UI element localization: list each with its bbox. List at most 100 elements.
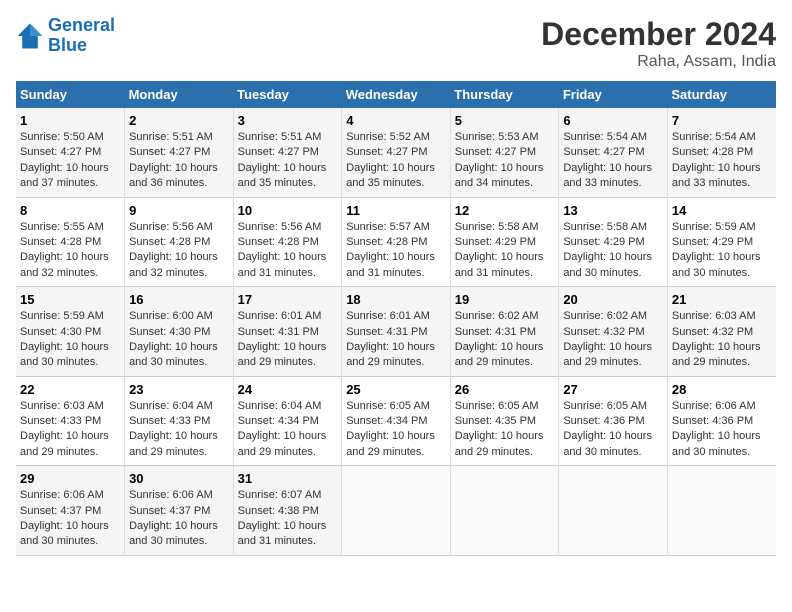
calendar-cell: 28Sunrise: 6:06 AM Sunset: 4:36 PM Dayli… [667, 376, 776, 466]
calendar-cell: 29 Sunrise: 6:06 AM Sunset: 4:37 PM Dayli… [16, 466, 125, 556]
day-info: Sunrise: 6:03 AM Sunset: 4:33 PM Dayligh… [20, 399, 120, 461]
day-info: Sunrise: 5:54 AM Sunset: 4:28 PM Dayligh… [672, 130, 772, 192]
calendar-cell: 9 Sunrise: 5:56 AM Sunset: 4:28 PM Daylig… [125, 197, 234, 287]
day-number: 17 [238, 292, 338, 307]
calendar-cell: 4 Sunrise: 5:52 AM Sunset: 4:27 PM Daylig… [342, 108, 451, 197]
day-info: Sunrise: 5:51 AM Sunset: 4:27 PM Dayligh… [238, 130, 338, 192]
day-number: 8 [20, 203, 120, 218]
calendar-cell: 1Sunrise: 5:50 AM Sunset: 4:27 PM Daylig… [16, 108, 125, 197]
day-info: Sunrise: 6:01 AM Sunset: 4:31 PM Dayligh… [238, 309, 338, 371]
day-number: 30 [129, 471, 229, 486]
weekday-header: Tuesday [233, 81, 342, 108]
calendar-week-row: 15 Sunrise: 5:59 AM Sunset: 4:30 PM Dayli… [16, 287, 776, 377]
calendar-cell [450, 466, 559, 556]
calendar-cell: 10 Sunrise: 5:56 AM Sunset: 4:28 PM Dayli… [233, 197, 342, 287]
day-number: 16 [129, 292, 229, 307]
calendar-title: December 2024 [541, 16, 776, 53]
day-info: Sunrise: 6:01 AM Sunset: 4:31 PM Dayligh… [346, 309, 446, 371]
calendar-cell: 26 Sunrise: 6:05 AM Sunset: 4:35 PM Dayli… [450, 376, 559, 466]
day-number: 1 [20, 113, 120, 128]
calendar-cell: 24 Sunrise: 6:04 AM Sunset: 4:34 PM Dayli… [233, 376, 342, 466]
day-info: Sunrise: 6:06 AM Sunset: 4:36 PM Dayligh… [672, 399, 772, 461]
calendar-cell: 27 Sunrise: 6:05 AM Sunset: 4:36 PM Dayli… [559, 376, 668, 466]
day-number: 10 [238, 203, 338, 218]
day-number: 9 [129, 203, 229, 218]
day-number: 6 [563, 113, 663, 128]
day-number: 11 [346, 203, 446, 218]
calendar-cell: 13 Sunrise: 5:58 AM Sunset: 4:29 PM Dayli… [559, 197, 668, 287]
day-number: 27 [563, 382, 663, 397]
day-info: Sunrise: 6:06 AM Sunset: 4:37 PM Dayligh… [20, 488, 120, 550]
calendar-week-row: 29 Sunrise: 6:06 AM Sunset: 4:37 PM Dayli… [16, 466, 776, 556]
calendar-subtitle: Raha, Assam, India [541, 53, 776, 71]
calendar-cell: 11 Sunrise: 5:57 AM Sunset: 4:28 PM Dayli… [342, 197, 451, 287]
weekday-header: Sunday [16, 81, 125, 108]
weekday-header: Wednesday [342, 81, 451, 108]
day-info: Sunrise: 6:02 AM Sunset: 4:31 PM Dayligh… [455, 309, 555, 371]
calendar-week-row: 22 Sunrise: 6:03 AM Sunset: 4:33 PM Dayli… [16, 376, 776, 466]
day-info: Sunrise: 5:54 AM Sunset: 4:27 PM Dayligh… [563, 130, 663, 192]
day-number: 29 [20, 471, 120, 486]
day-info: Sunrise: 5:56 AM Sunset: 4:28 PM Dayligh… [129, 220, 229, 282]
calendar-cell: 21 Sunrise: 6:03 AM Sunset: 4:32 PM Dayli… [667, 287, 776, 377]
calendar-cell: 14 Sunrise: 5:59 AM Sunset: 4:29 PM Dayli… [667, 197, 776, 287]
day-number: 4 [346, 113, 446, 128]
day-info: Sunrise: 6:05 AM Sunset: 4:36 PM Dayligh… [563, 399, 663, 461]
calendar-cell: 25 Sunrise: 6:05 AM Sunset: 4:34 PM Dayli… [342, 376, 451, 466]
day-number: 2 [129, 113, 229, 128]
day-info: Sunrise: 5:55 AM Sunset: 4:28 PM Dayligh… [20, 220, 120, 282]
day-info: Sunrise: 6:03 AM Sunset: 4:32 PM Dayligh… [672, 309, 772, 371]
calendar-week-row: 1Sunrise: 5:50 AM Sunset: 4:27 PM Daylig… [16, 108, 776, 197]
logo-text: General Blue [48, 16, 115, 56]
day-info: Sunrise: 5:58 AM Sunset: 4:29 PM Dayligh… [563, 220, 663, 282]
calendar-cell: 17 Sunrise: 6:01 AM Sunset: 4:31 PM Dayli… [233, 287, 342, 377]
weekday-header: Friday [559, 81, 668, 108]
weekday-header: Thursday [450, 81, 559, 108]
calendar-cell: 12 Sunrise: 5:58 AM Sunset: 4:29 PM Dayli… [450, 197, 559, 287]
day-number: 7 [672, 113, 772, 128]
calendar-cell: 18Sunrise: 6:01 AM Sunset: 4:31 PM Dayli… [342, 287, 451, 377]
day-number: 26 [455, 382, 555, 397]
day-info: Sunrise: 6:05 AM Sunset: 4:34 PM Dayligh… [346, 399, 446, 461]
day-info: Sunrise: 5:57 AM Sunset: 4:28 PM Dayligh… [346, 220, 446, 282]
day-info: Sunrise: 6:05 AM Sunset: 4:35 PM Dayligh… [455, 399, 555, 461]
calendar-cell: 2 Sunrise: 5:51 AM Sunset: 4:27 PM Daylig… [125, 108, 234, 197]
day-info: Sunrise: 6:07 AM Sunset: 4:38 PM Dayligh… [238, 488, 338, 550]
day-info: Sunrise: 5:51 AM Sunset: 4:27 PM Dayligh… [129, 130, 229, 192]
title-block: December 2024 Raha, Assam, India [541, 16, 776, 71]
day-number: 14 [672, 203, 772, 218]
day-number: 23 [129, 382, 229, 397]
day-info: Sunrise: 5:59 AM Sunset: 4:29 PM Dayligh… [672, 220, 772, 282]
day-info: Sunrise: 5:56 AM Sunset: 4:28 PM Dayligh… [238, 220, 338, 282]
day-number: 22 [20, 382, 120, 397]
day-number: 13 [563, 203, 663, 218]
day-info: Sunrise: 5:59 AM Sunset: 4:30 PM Dayligh… [20, 309, 120, 371]
calendar-cell: 30Sunrise: 6:06 AM Sunset: 4:37 PM Dayli… [125, 466, 234, 556]
weekday-header: Monday [125, 81, 234, 108]
day-number: 25 [346, 382, 446, 397]
day-number: 5 [455, 113, 555, 128]
page-header: General Blue December 2024 Raha, Assam, … [16, 16, 776, 71]
day-number: 24 [238, 382, 338, 397]
calendar-cell [667, 466, 776, 556]
day-info: Sunrise: 6:04 AM Sunset: 4:33 PM Dayligh… [129, 399, 229, 461]
day-number: 19 [455, 292, 555, 307]
calendar-week-row: 8 Sunrise: 5:55 AM Sunset: 4:28 PM Daylig… [16, 197, 776, 287]
day-info: Sunrise: 6:02 AM Sunset: 4:32 PM Dayligh… [563, 309, 663, 371]
day-number: 21 [672, 292, 772, 307]
day-info: Sunrise: 5:58 AM Sunset: 4:29 PM Dayligh… [455, 220, 555, 282]
calendar-cell: 16Sunrise: 6:00 AM Sunset: 4:30 PM Dayli… [125, 287, 234, 377]
day-number: 12 [455, 203, 555, 218]
weekday-header: Saturday [667, 81, 776, 108]
day-number: 15 [20, 292, 120, 307]
day-number: 3 [238, 113, 338, 128]
calendar-cell: 22 Sunrise: 6:03 AM Sunset: 4:33 PM Dayli… [16, 376, 125, 466]
day-info: Sunrise: 5:52 AM Sunset: 4:27 PM Dayligh… [346, 130, 446, 192]
calendar-cell [342, 466, 451, 556]
logo-icon [16, 22, 44, 50]
calendar-cell: 7 Sunrise: 5:54 AM Sunset: 4:28 PM Daylig… [667, 108, 776, 197]
calendar-table: SundayMondayTuesdayWednesdayThursdayFrid… [16, 81, 776, 556]
header-row: SundayMondayTuesdayWednesdayThursdayFrid… [16, 81, 776, 108]
calendar-cell: 20Sunrise: 6:02 AM Sunset: 4:32 PM Dayli… [559, 287, 668, 377]
day-info: Sunrise: 6:04 AM Sunset: 4:34 PM Dayligh… [238, 399, 338, 461]
